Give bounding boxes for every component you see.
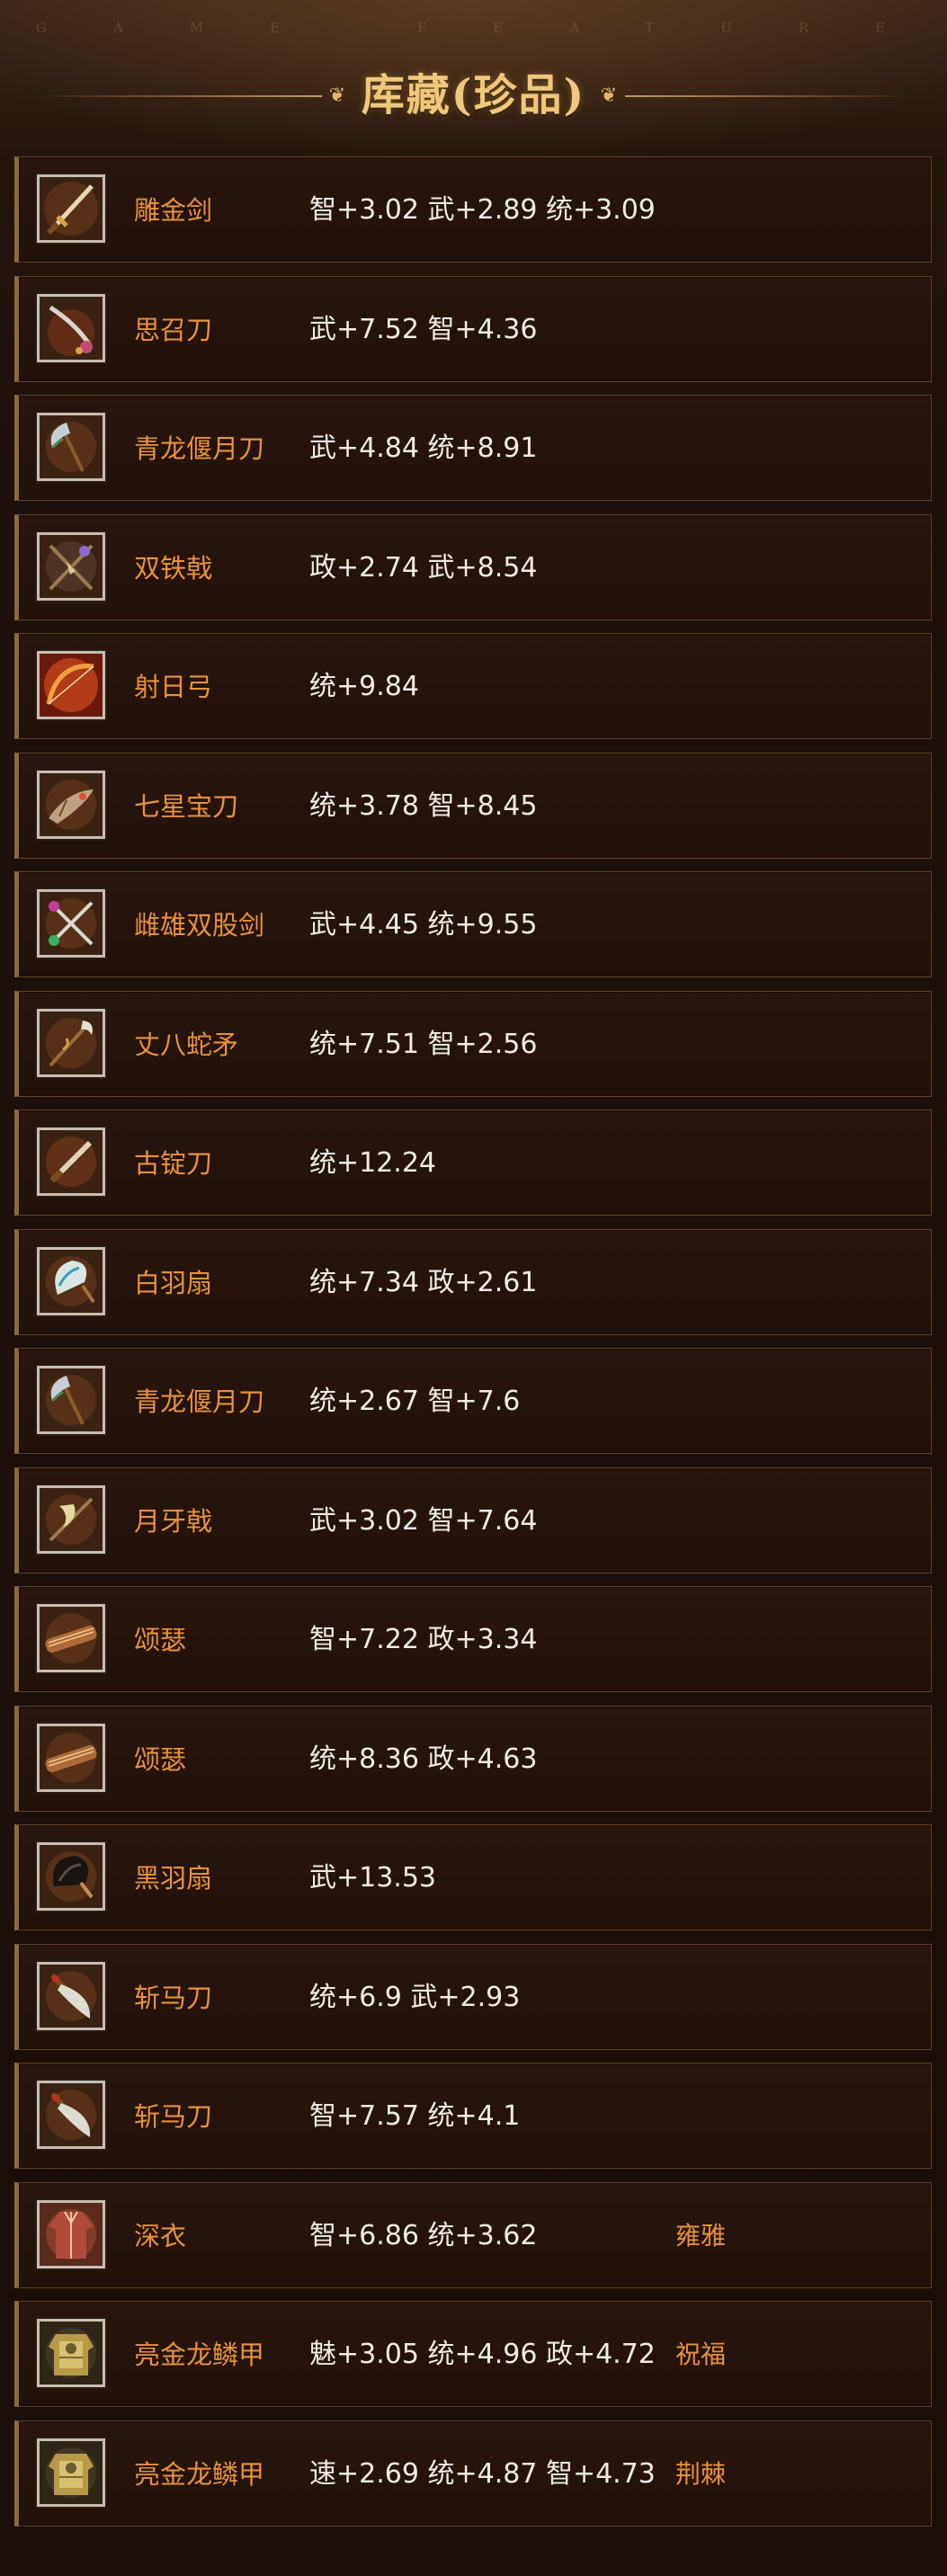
item-name: 七星宝刀 xyxy=(134,790,239,822)
broadsword-icon xyxy=(37,1961,105,2030)
item-list: 雕金剑 智+3.02 武+2.89 统+3.09 思召刀 武+7.52 智+4.36 青… xyxy=(14,156,932,2539)
item-name: 斩马刀 xyxy=(134,1982,213,2013)
item-name: 雌雄双股剑 xyxy=(134,910,265,940)
item-name: 深衣 xyxy=(134,2220,187,2251)
item-name: 射日弓 xyxy=(134,672,213,702)
saber-icon xyxy=(37,293,105,362)
item-name: 亮金龙鳞甲 xyxy=(134,2340,265,2370)
item-name: 月牙戟 xyxy=(134,1505,213,1537)
item-stats: 武+13.53 xyxy=(309,1862,437,1894)
item-name: 双铁戟 xyxy=(134,552,213,584)
item-stats: 武+7.52 智+4.36 xyxy=(309,313,538,345)
item-row[interactable]: 七星宝刀 统+3.78 智+8.45 xyxy=(14,752,932,859)
black-fan-icon xyxy=(37,1842,105,1911)
header: ❦ 库藏(珍品) ❦ xyxy=(0,52,947,137)
item-name: 亮金龙鳞甲 xyxy=(134,2458,265,2490)
item-stats: 速+2.69 统+4.87 智+4.73 xyxy=(309,2457,656,2490)
item-row[interactable]: 黑羽扇 武+13.53 xyxy=(14,1824,932,1930)
item-stats: 魅+3.05 统+4.96 政+4.72 xyxy=(309,2339,656,2370)
item-row[interactable]: 颂瑟 统+8.36 政+4.63 xyxy=(14,1705,932,1812)
item-row[interactable]: 斩马刀 智+7.57 统+4.1 xyxy=(14,2063,932,2169)
item-name: 丈八蛇矛 xyxy=(134,1029,239,1060)
header-watermark: GAME FEATURES xyxy=(36,20,947,36)
item-stats: 武+4.45 统+9.55 xyxy=(309,909,538,940)
item-row[interactable]: 雌雄双股剑 武+4.45 统+9.55 xyxy=(14,871,932,977)
header-divider-right xyxy=(625,95,911,97)
page: GAME FEATURES ❦ 库藏(珍品) ❦ 雕金剑 智+3.02 武+2.8… xyxy=(0,0,947,2576)
twin-halberd-icon xyxy=(37,531,105,601)
item-stats: 武+3.02 智+7.64 xyxy=(309,1504,538,1537)
item-stats: 智+6.86 统+3.62 xyxy=(309,2219,538,2251)
item-row[interactable]: 白羽扇 统+7.34 政+2.61 xyxy=(14,1228,932,1335)
crescent-halberd-icon xyxy=(37,1484,105,1554)
item-name: 雕金剑 xyxy=(134,195,213,226)
item-stats: 统+8.36 政+4.63 xyxy=(309,1743,538,1775)
item-stats: 武+4.84 统+8.91 xyxy=(309,432,538,464)
twin-swords-icon xyxy=(37,889,105,958)
item-row[interactable]: 雕金剑 智+3.02 武+2.89 统+3.09 xyxy=(14,156,932,263)
item-stats: 统+3.78 智+8.45 xyxy=(309,789,538,822)
item-row[interactable]: 古锭刀 统+12.24 xyxy=(14,1110,932,1216)
item-row[interactable]: 丈八蛇矛 统+7.51 智+2.56 xyxy=(14,990,932,1097)
glaive-icon xyxy=(37,1366,105,1434)
item-row[interactable]: 颂瑟 智+7.22 政+3.34 xyxy=(14,1586,932,1692)
blade-icon xyxy=(37,1128,105,1196)
robe-icon xyxy=(37,2199,105,2268)
item-stats: 统+12.24 xyxy=(309,1147,437,1179)
item-stats: 统+2.67 智+7.6 xyxy=(309,1386,521,1417)
item-stats: 统+7.34 政+2.61 xyxy=(309,1266,538,1298)
item-stats: 统+6.9 武+2.93 xyxy=(309,1981,521,2013)
item-row[interactable]: 思召刀 武+7.52 智+4.36 xyxy=(14,275,932,382)
item-tag: 雍雅 xyxy=(675,2220,727,2251)
item-name: 黑羽扇 xyxy=(134,1863,213,1894)
item-stats: 智+3.02 武+2.89 统+3.09 xyxy=(309,194,656,226)
item-row[interactable]: 月牙戟 武+3.02 智+7.64 xyxy=(14,1466,932,1573)
item-name: 思召刀 xyxy=(134,314,213,345)
ornament-right-icon: ❦ xyxy=(600,85,618,107)
item-tag: 荆棘 xyxy=(675,2458,727,2489)
item-name: 古锭刀 xyxy=(134,1148,213,1179)
item-name: 青龙偃月刀 xyxy=(134,1386,265,1417)
bow-icon xyxy=(37,651,105,719)
item-stats: 智+7.22 政+3.34 xyxy=(309,1624,538,1655)
item-stats: 统+9.84 xyxy=(309,671,419,702)
item-row[interactable]: 青龙偃月刀 武+4.84 统+8.91 xyxy=(14,395,932,501)
dragon-blade-icon xyxy=(37,770,105,839)
item-stats: 政+2.74 武+8.54 xyxy=(309,551,538,584)
zither-icon xyxy=(37,1723,105,1792)
glaive-icon xyxy=(37,413,105,481)
serpent-spear-icon xyxy=(37,1008,105,1077)
item-row[interactable]: 青龙偃月刀 统+2.67 智+7.6 xyxy=(14,1348,932,1454)
item-name: 颂瑟 xyxy=(134,1625,187,1655)
item-tag: 祝福 xyxy=(675,2340,727,2369)
item-row[interactable]: 斩马刀 统+6.9 武+2.93 xyxy=(14,1943,932,2050)
item-row[interactable]: 深衣 智+6.86 统+3.62 雍雅 xyxy=(14,2181,932,2288)
item-name: 青龙偃月刀 xyxy=(134,433,265,464)
item-stats: 智+7.57 统+4.1 xyxy=(309,2100,521,2132)
item-row[interactable]: 射日弓 统+9.84 xyxy=(14,633,932,739)
item-name: 斩马刀 xyxy=(134,2101,213,2132)
item-stats: 统+7.51 智+2.56 xyxy=(309,1028,538,1060)
broadsword-icon xyxy=(37,2081,105,2149)
armor-icon xyxy=(37,2319,105,2387)
sword-icon xyxy=(37,174,105,243)
item-name: 白羽扇 xyxy=(134,1267,213,1298)
item-row[interactable]: 亮金龙鳞甲 魅+3.05 统+4.96 政+4.72 祝福 xyxy=(14,2301,932,2407)
item-row[interactable]: 亮金龙鳞甲 速+2.69 统+4.87 智+4.73 荆棘 xyxy=(14,2420,932,2527)
armor-icon xyxy=(37,2438,105,2507)
white-fan-icon xyxy=(37,1246,105,1315)
item-row[interactable]: 双铁戟 政+2.74 武+8.54 xyxy=(14,513,932,620)
zither-icon xyxy=(37,1604,105,1672)
item-name: 颂瑟 xyxy=(134,1743,187,1775)
